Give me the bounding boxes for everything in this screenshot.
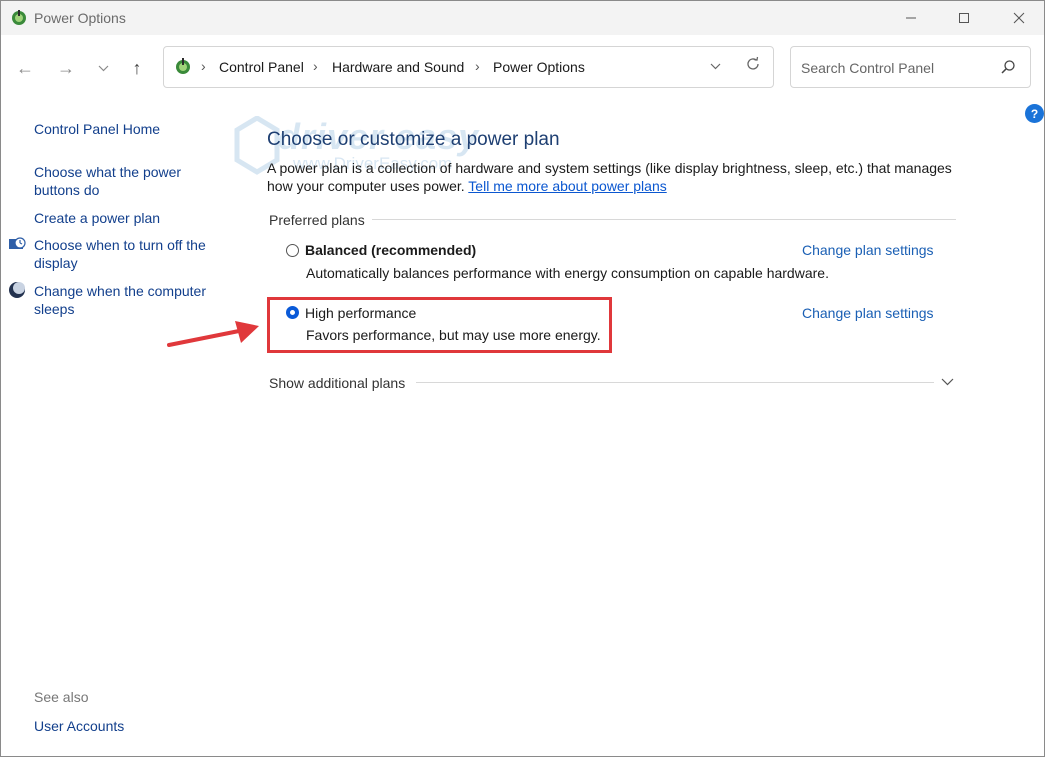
chevron-down-icon — [941, 378, 954, 386]
display-clock-icon — [9, 237, 26, 249]
breadcrumb-separator-icon: › — [201, 58, 206, 74]
sidebar-item-computer-sleeps[interactable]: Change when the computer sleeps — [34, 282, 219, 318]
sidebar-item-create-plan[interactable]: Create a power plan — [34, 209, 219, 227]
maximize-button[interactable] — [939, 1, 989, 35]
learn-more-link[interactable]: Tell me more about power plans — [468, 178, 666, 194]
refresh-icon — [747, 56, 759, 70]
page-title: Choose or customize a power plan — [267, 129, 560, 150]
balanced-radio[interactable] — [286, 244, 299, 257]
chevron-down-icon — [98, 65, 108, 71]
highlight-box — [267, 297, 612, 353]
additional-plans-divider — [416, 382, 934, 383]
page-description: A power plan is a collection of hardware… — [267, 159, 967, 195]
close-button[interactable] — [994, 1, 1044, 35]
power-options-icon — [12, 10, 26, 25]
breadcrumb-hardware-and-sound[interactable]: Hardware and Sound — [332, 59, 464, 75]
minimize-icon — [906, 17, 916, 19]
sidebar-item-power-buttons[interactable]: Choose what the power buttons do — [34, 163, 204, 199]
arrow-right-icon: → — [57, 57, 75, 78]
balanced-change-settings-link[interactable]: Change plan settings — [802, 242, 934, 258]
chevron-down-icon — [710, 63, 721, 70]
up-button[interactable]: ↑ — [126, 57, 148, 79]
search-input[interactable] — [799, 57, 998, 79]
search-box[interactable] — [790, 46, 1031, 88]
breadcrumb-power-options[interactable]: Power Options — [493, 59, 585, 75]
balanced-plan-name[interactable]: Balanced (recommended) — [305, 242, 476, 258]
forward-button[interactable]: → — [55, 57, 77, 79]
minimize-button[interactable] — [886, 1, 936, 35]
address-dropdown-button[interactable] — [710, 57, 721, 73]
high-performance-change-settings-link[interactable]: Change plan settings — [802, 305, 934, 321]
see-also-label: See also — [34, 689, 89, 705]
show-additional-plans-label[interactable]: Show additional plans — [269, 375, 405, 391]
arrow-left-icon: ← — [16, 57, 34, 78]
preferred-plans-divider — [372, 219, 956, 220]
back-button[interactable]: ← — [14, 57, 36, 79]
balanced-plan-description: Automatically balances performance with … — [306, 265, 829, 281]
breadcrumb[interactable]: › Control Panel › Hardware and Sound › P… — [163, 46, 774, 88]
close-icon — [1013, 12, 1025, 24]
arrow-up-icon: ↑ — [132, 57, 142, 78]
refresh-button[interactable] — [745, 56, 761, 77]
sidebar-item-control-panel-home[interactable]: Control Panel Home — [34, 120, 219, 138]
moon-icon — [9, 282, 25, 298]
question-icon: ? — [1030, 106, 1039, 121]
recent-locations-button[interactable] — [92, 57, 114, 79]
maximize-icon — [959, 13, 969, 23]
address-bar: ← → ↑ › Control Panel › Hardware and Sou… — [1, 35, 1044, 101]
control-panel-icon — [176, 58, 190, 74]
preferred-plans-label: Preferred plans — [269, 212, 365, 228]
window-title: Power Options — [34, 10, 126, 26]
breadcrumb-separator-icon: › — [475, 58, 480, 74]
search-icon[interactable] — [1000, 59, 1016, 75]
expand-additional-plans-button[interactable] — [941, 373, 954, 389]
breadcrumb-separator-icon: › — [313, 58, 318, 74]
power-options-window: Power Options ← → ↑ › Control Panel › Ha… — [0, 0, 1045, 757]
sidebar-item-turn-off-display[interactable]: Choose when to turn off the display — [34, 236, 219, 272]
red-arrow-icon — [167, 321, 259, 347]
title-bar: Power Options — [1, 1, 1044, 35]
sidebar-item-user-accounts[interactable]: User Accounts — [34, 717, 219, 735]
breadcrumb-control-panel[interactable]: Control Panel — [219, 59, 304, 75]
help-button[interactable]: ? — [1025, 104, 1044, 123]
